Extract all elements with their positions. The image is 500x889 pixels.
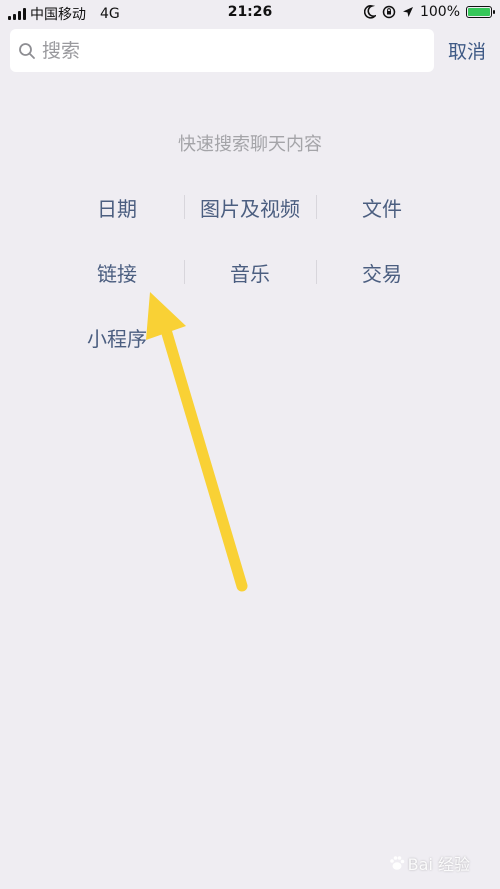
annotation-arrow xyxy=(146,292,248,592)
arrow-shaft xyxy=(160,324,248,592)
paw-icon xyxy=(389,856,404,870)
watermark-text: Bai 经验 xyxy=(407,855,470,874)
watermark: Bai 经验 xyxy=(388,851,470,875)
arrow-head xyxy=(146,292,186,340)
